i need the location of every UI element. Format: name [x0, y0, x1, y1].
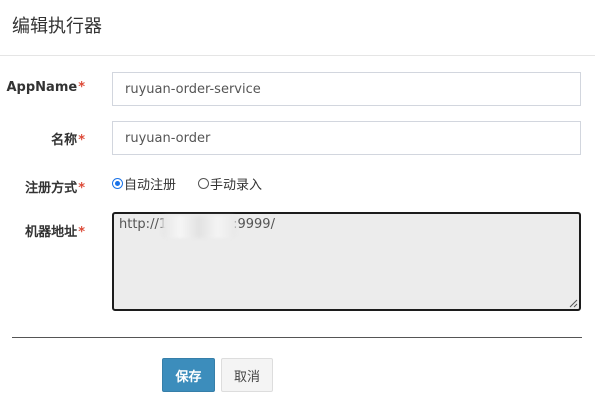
title-input[interactable]: [112, 121, 581, 155]
address-prefix: http://1: [119, 217, 168, 232]
resize-grip-icon[interactable]: [569, 299, 578, 308]
address-required-mark: *: [78, 225, 85, 240]
address-label: 机器地址*: [25, 221, 85, 240]
address-textarea[interactable]: http://1 :9999/: [112, 212, 581, 311]
title-required-mark: *: [78, 133, 85, 148]
save-button[interactable]: 保存: [162, 358, 215, 392]
edit-executor-dialog: 编辑执行器 AppName* 名称* 注册方式* 自动注册 手动录入 机器地址*…: [0, 0, 595, 418]
radio-manual-entry[interactable]: 手动录入: [198, 174, 262, 193]
radio-auto-register-label: 自动注册: [124, 177, 177, 193]
appname-required-mark: *: [78, 80, 85, 95]
redaction-blur: [162, 216, 236, 238]
appname-label: AppName*: [7, 80, 86, 95]
radio-auto-register[interactable]: 自动注册: [112, 174, 176, 193]
register-type-label: 注册方式*: [25, 177, 85, 196]
radio-auto-register-circle[interactable]: [112, 177, 123, 189]
dialog-header: 编辑执行器: [0, 0, 595, 56]
appname-input[interactable]: [112, 72, 581, 106]
radio-manual-entry-label: 手动录入: [210, 177, 263, 193]
dialog-title: 编辑执行器: [12, 16, 102, 37]
radio-manual-entry-circle[interactable]: [198, 177, 210, 189]
title-label: 名称*: [51, 129, 85, 148]
register-type-radio-group: 自动注册 手动录入: [112, 173, 284, 193]
appname-label-text: AppName: [6, 80, 78, 95]
title-label-text: 名称: [51, 133, 78, 148]
cancel-button[interactable]: 取消: [221, 358, 273, 392]
address-label-text: 机器地址: [25, 225, 78, 240]
address-suffix: :9999/: [233, 217, 275, 232]
register-type-required-mark: *: [78, 181, 85, 196]
footer-divider: [12, 337, 582, 338]
register-type-label-text: 注册方式: [25, 181, 78, 196]
